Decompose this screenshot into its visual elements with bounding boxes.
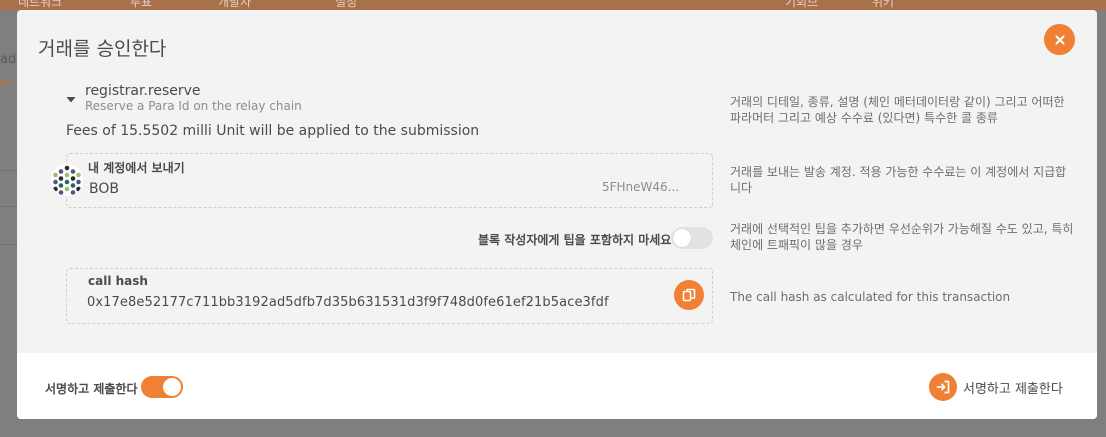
sign-in-icon: [929, 373, 957, 401]
bg-nav-item: 투표: [130, 0, 153, 9]
background-nav-bar: 네트워크 투표 개발자 설정 기회브 위키: [0, 0, 1106, 10]
call-hash-value[interactable]: 0x17e8e52177c711bb3192ad5dfb7d35b631531d…: [87, 295, 609, 310]
modal-title: 거래를 승인한다: [38, 37, 167, 60]
account-name: BOB: [89, 181, 119, 197]
close-button[interactable]: [1044, 24, 1075, 55]
call-hash-description: The call hash as calculated for this tra…: [730, 290, 1011, 304]
call-hash-label: call hash: [88, 274, 148, 288]
modal-footer: 서명하고 제출한다 서명하고 제출한다: [17, 353, 1097, 419]
toggle-knob: [673, 229, 691, 247]
copy-icon: [682, 288, 696, 302]
sign-and-submit-toggle[interactable]: [141, 376, 183, 398]
sign-and-submit-button[interactable]: 서명하고 제출한다: [929, 372, 1063, 402]
sending-account-label: 내 계정에서 보내기: [88, 161, 185, 175]
sign-and-submit-label: 서명하고 제출한다: [963, 381, 1063, 397]
account-address: 5FHneW46...: [602, 180, 680, 194]
bg-nav-item: 위키: [872, 0, 895, 9]
copy-button[interactable]: [674, 280, 704, 310]
call-documentation: Reserve a Para Id on the relay chain: [85, 99, 302, 113]
toggle-knob: [163, 378, 181, 396]
account-description: 거래를 보내는 발송 계정. 적용 가능한 수수료는 이 계정에서 지급합니다: [730, 165, 1067, 195]
sign-and-submit-toggle-label: 서명하고 제출한다: [45, 382, 138, 396]
bg-nav-item: 설정: [335, 0, 358, 9]
tip-toggle-label: 블록 작성자에게 팁을 포함하지 마세요: [478, 233, 672, 247]
caret-down-icon[interactable]: [66, 96, 76, 104]
fees-info: Fees of 15.5502 milli Unit will be appli…: [66, 123, 480, 139]
tip-description: 거래에 선택적인 팁을 추가하면 우선순위가 가능해질 수도 있고, 특히 체인…: [730, 222, 1074, 252]
bg-nav-item: 네트워크: [18, 0, 63, 9]
close-icon: [1055, 35, 1064, 44]
background-accent: [0, 82, 12, 84]
tip-toggle[interactable]: [671, 227, 713, 249]
authorize-transaction-modal: 거래를 승인한다 registrar.reserve Reserve a Par…: [17, 10, 1097, 419]
bg-nav-item: 기회브: [785, 0, 819, 9]
bg-nav-item: 개발자: [218, 0, 252, 9]
call-name[interactable]: registrar.reserve: [85, 83, 201, 99]
call-description: 거래의 디테일, 종류, 설명 (체인 메터데이터랑 같이) 그리고 어떠한 파…: [730, 95, 1065, 125]
account-identicon: [51, 164, 83, 196]
background-text-fragment: ad: [0, 52, 17, 67]
